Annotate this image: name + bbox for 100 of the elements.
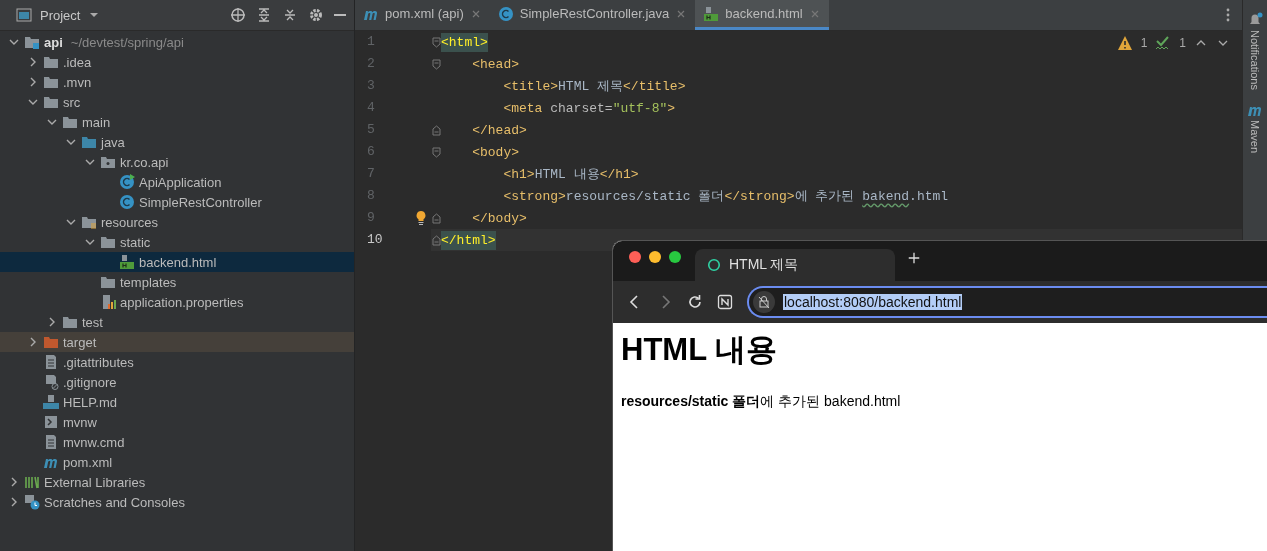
fold-marker-icon [431, 146, 441, 158]
tree-item[interactable]: api ~/devtest/spring/api [0, 32, 354, 52]
line-number: 3 [366, 77, 376, 95]
code-token: 에 추가된 [794, 187, 856, 206]
warning-icon [1116, 35, 1133, 51]
fold-marker-icon [431, 124, 441, 136]
tree-item[interactable]: HELP.md [0, 392, 354, 412]
tree-item[interactable]: backend.html [0, 252, 354, 272]
code-token: </head> [471, 121, 527, 140]
code-token: HTML 내용 [534, 165, 600, 184]
text-file-icon [43, 434, 59, 450]
code-token: <meta [502, 99, 544, 118]
code-token: <title> [502, 77, 559, 96]
folder-icon [100, 234, 116, 250]
editor-tab[interactable]: pom.xml (api) [355, 0, 490, 30]
tree-item[interactable]: target [0, 332, 354, 352]
misspelled-word: bakend [862, 187, 910, 206]
collapse-all-icon [282, 7, 298, 23]
tree-item[interactable]: mvnw [0, 412, 354, 432]
locate-icon [230, 7, 246, 23]
folder-icon [62, 114, 78, 130]
tree-item[interactable]: SimpleRestController [0, 192, 354, 212]
url-text[interactable]: localhost:8080/backend.html [783, 294, 963, 310]
editor-tab[interactable]: SimpleRestController.java [489, 0, 696, 30]
page-heading: HTML 내용 [621, 331, 779, 369]
editor-tab[interactable]: backend.html [695, 0, 829, 30]
line-number: 6 [366, 143, 376, 161]
typo-check-icon [1155, 35, 1172, 51]
panel-icon [16, 7, 32, 23]
folder-icon [43, 94, 59, 110]
code-token: HTML 제목 [558, 77, 624, 96]
tree-item[interactable]: resources [0, 212, 354, 232]
tree-item[interactable]: mvnw.cmd [0, 432, 354, 452]
tree-item[interactable]: .gitignore [0, 372, 354, 392]
code-token: .html [909, 187, 949, 206]
close-icon[interactable] [629, 251, 641, 263]
line-number: 1 [366, 33, 376, 51]
tree-item[interactable]: External Libraries [0, 472, 354, 492]
maximize-icon[interactable] [669, 251, 681, 263]
warning-count[interactable]: 1 [1140, 36, 1148, 50]
code-token: <strong> [502, 187, 566, 206]
folder-icon [81, 214, 97, 230]
package-icon [100, 154, 116, 170]
tree-item[interactable]: .gitattributes [0, 352, 354, 372]
page-paragraph: resources/static 폴더에 추가된 bakend.html [621, 393, 902, 411]
fold-marker-icon [431, 58, 441, 70]
minimize-icon[interactable] [649, 251, 661, 263]
fold-marker-icon [431, 234, 441, 246]
reload-icon [687, 294, 703, 310]
properties-file-icon [100, 294, 116, 310]
fold-marker-icon [431, 36, 441, 48]
tab-loading-icon [707, 258, 721, 272]
folder-icon [43, 74, 59, 90]
text-file-icon [43, 354, 59, 370]
module-folder-icon [24, 34, 40, 50]
line-number: 10 [366, 231, 384, 249]
tree-item[interactable]: application.properties [0, 292, 354, 312]
code-token: > [667, 99, 676, 118]
folder-icon [43, 54, 59, 70]
line-number: 8 [366, 187, 376, 205]
class-icon [119, 194, 135, 210]
project-path: ~/devtest/spring/api [70, 34, 184, 50]
code-token: resources/static 폴더 [565, 187, 725, 206]
code-token: </h1> [599, 165, 639, 184]
folder-icon [100, 274, 116, 290]
line-number: 5 [366, 121, 376, 139]
tree-item[interactable]: .mvn [0, 72, 354, 92]
address-bar[interactable]: localhost:8080/backend.html [747, 286, 1267, 318]
folder-icon [62, 314, 78, 330]
code-token: </html> [441, 230, 496, 250]
tree-item[interactable]: Scratches and Consoles [0, 492, 354, 512]
tree-item[interactable]: templates [0, 272, 354, 292]
line-number: 7 [366, 165, 376, 183]
class-icon [119, 174, 135, 190]
code-token: <body> [471, 143, 519, 162]
folder-icon [43, 334, 59, 350]
typo-count[interactable]: 1 [1179, 36, 1186, 50]
tree-item[interactable]: kr.co.api [0, 152, 354, 172]
tree-item[interactable]: test [0, 312, 354, 332]
tree-item[interactable]: pom.xml [0, 452, 354, 472]
new-tab-icon [907, 251, 921, 265]
folder-icon [81, 134, 97, 150]
settings-icon [308, 7, 324, 23]
tool-window-tab[interactable]: Maven [1249, 119, 1261, 153]
class-icon [497, 5, 514, 22]
libraries-icon [24, 474, 40, 490]
tree-item[interactable]: ApiApplication [0, 172, 354, 192]
code-token: <head> [471, 55, 519, 74]
scratches-icon [24, 494, 40, 510]
html-file-icon [119, 254, 135, 270]
code-token: </body> [471, 209, 527, 228]
tree-item[interactable]: .idea [0, 52, 354, 72]
tree-item[interactable]: static [0, 232, 354, 252]
browser-tab[interactable]: HTML 제목 [695, 249, 895, 281]
tree-item[interactable]: java [0, 132, 354, 152]
tree-item[interactable]: main [0, 112, 354, 132]
code-token: <h1> [502, 165, 535, 184]
tree-item[interactable]: src [0, 92, 354, 112]
panel-title[interactable]: Project [40, 7, 81, 23]
tool-window-tab[interactable]: Notifications [1249, 30, 1261, 90]
